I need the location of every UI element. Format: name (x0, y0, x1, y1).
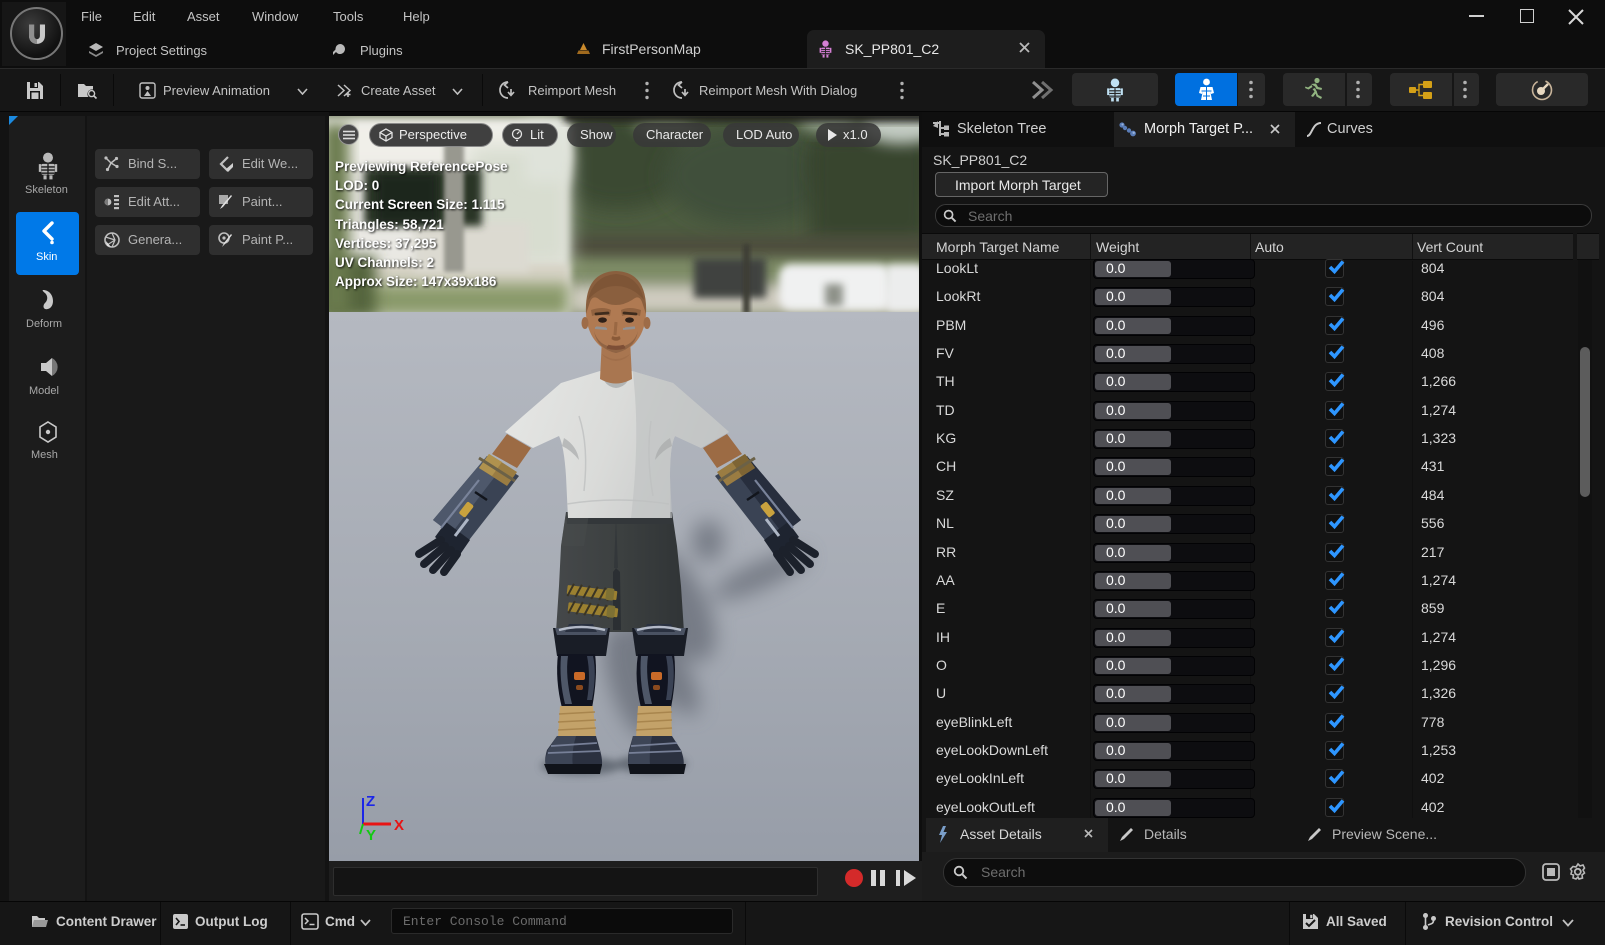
svg-text:Z: Z (366, 793, 375, 810)
svg-text:X: X (394, 817, 404, 834)
svg-text:Y: Y (366, 827, 376, 844)
